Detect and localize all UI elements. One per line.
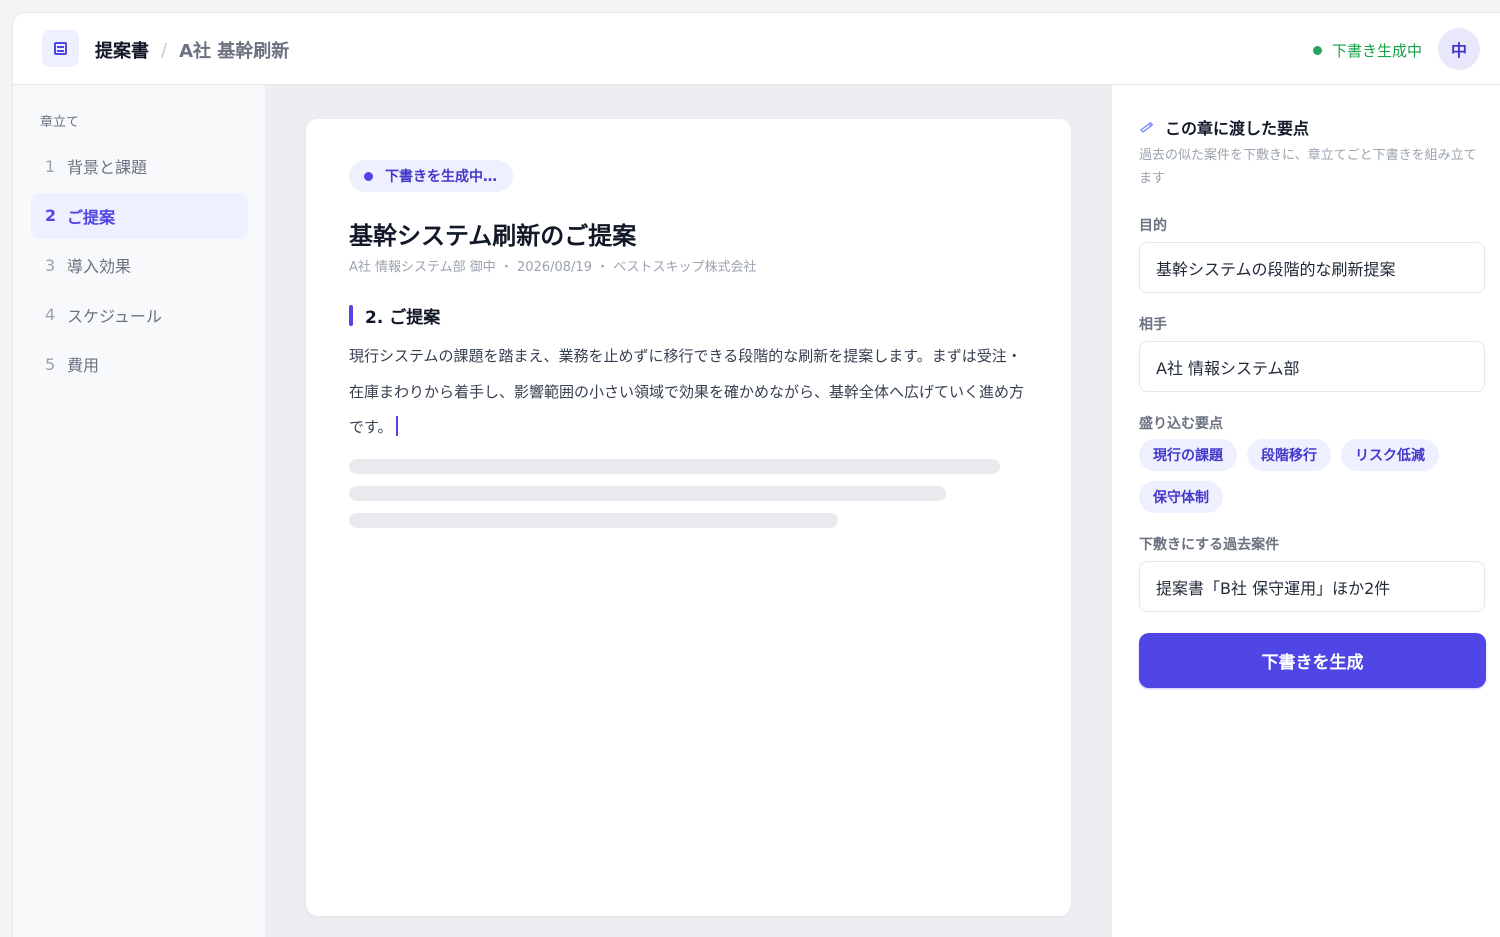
- breadcrumb-separator: /: [161, 39, 168, 61]
- breadcrumb: 提案書 / A社 基幹刷新: [95, 37, 289, 63]
- points-chips: 現行の課題 段階移行 リスク低減 保守体制: [1139, 439, 1485, 523]
- reference-label: 下敷きにする過去案件: [1139, 537, 1280, 553]
- section-accent-bar: [349, 304, 353, 326]
- sidebar-item-cost[interactable]: 5 費用: [31, 341, 248, 387]
- chapter-number: 3: [45, 255, 56, 275]
- chapter-list: 1 背景と課題 2 ご提案 3 導入効果 4 スケジュール 5 費用: [31, 143, 248, 391]
- document-title: 基幹システム刷新のご提案: [349, 222, 637, 250]
- avatar[interactable]: 中: [1438, 28, 1480, 70]
- points-label: 盛り込む要点: [1139, 416, 1223, 432]
- points-panel: この章に渡した要点 過去の似た案件を下敷きに、章立てごと下書きを組み立てます 目…: [1111, 85, 1500, 937]
- purpose-label: 目的: [1139, 218, 1167, 234]
- purpose-field[interactable]: 基幹システムの段階的な刷新提案: [1139, 242, 1485, 293]
- panel-heading: この章に渡した要点: [1139, 115, 1309, 139]
- loading-skeleton-line: [349, 486, 946, 501]
- app-window: 提案書 / A社 基幹刷新 下書き生成中 中 章立て 1 背景と課題 2 ご提案…: [12, 12, 1500, 937]
- document-list-icon: [54, 42, 67, 55]
- section-heading: 2. ご提案: [349, 304, 441, 328]
- chapter-number: 1: [45, 156, 56, 176]
- generating-badge: 下書きを生成中…: [349, 160, 513, 192]
- document-menu-button[interactable]: [42, 30, 79, 67]
- draft-paragraph-text: 現行システムの課題を踏まえ、業務を止めずに移行できる段階的な刷新を提案します。ま…: [349, 347, 1025, 436]
- draft-paragraph[interactable]: 現行システムの課題を踏まえ、業務を止めずに移行できる段階的な刷新を提案します。ま…: [349, 339, 1029, 446]
- point-chip[interactable]: 現行の課題: [1139, 439, 1237, 471]
- chapter-number: 2: [45, 206, 57, 225]
- point-chip[interactable]: リスク低減: [1341, 439, 1439, 471]
- status-indicator: 下書き生成中: [1312, 40, 1422, 61]
- panel-title: この章に渡した要点: [1165, 119, 1310, 138]
- pencil-icon: [1139, 121, 1154, 133]
- breadcrumb-current: A社 基幹刷新: [179, 41, 290, 62]
- text-cursor-icon: [395, 416, 399, 436]
- panel-description: 過去の似た案件を下敷きに、章立てごと下書きを組み立てます: [1139, 148, 1477, 186]
- chapter-label: ご提案: [67, 207, 116, 227]
- sidebar-title: 章立て: [40, 115, 80, 130]
- loading-skeleton-line: [349, 459, 1000, 474]
- sidebar: 章立て 1 背景と課題 2 ご提案 3 導入効果 4 スケジュール 5 費用: [13, 85, 266, 937]
- chapter-label: 背景と課題: [67, 158, 148, 177]
- recipient-field[interactable]: A社 情報システム部: [1139, 341, 1485, 392]
- chapter-label: スケジュール: [67, 306, 162, 326]
- point-chip[interactable]: 段階移行: [1247, 439, 1331, 471]
- status-text: 下書き生成中: [1331, 42, 1422, 60]
- document-page: 下書きを生成中… 基幹システム刷新のご提案 A社 情報システム部 御中 ・ 20…: [306, 119, 1071, 916]
- status-dot-icon: [1312, 46, 1322, 55]
- generating-badge-text: 下書きを生成中…: [385, 169, 497, 185]
- chapter-number: 5: [45, 354, 56, 374]
- sidebar-item-background[interactable]: 1 背景と課題: [31, 143, 248, 189]
- header: 提案書 / A社 基幹刷新 下書き生成中 中: [13, 13, 1500, 85]
- generate-draft-button[interactable]: 下書きを生成: [1139, 633, 1486, 688]
- generating-dot-icon: [364, 171, 373, 181]
- chapter-label: 費用: [67, 356, 100, 375]
- chapter-label: 導入効果: [67, 257, 132, 276]
- document-area: 下書きを生成中… 基幹システム刷新のご提案 A社 情報システム部 御中 ・ 20…: [266, 85, 1111, 937]
- section-title: 2. ご提案: [365, 307, 441, 328]
- point-chip[interactable]: 保守体制: [1139, 481, 1223, 513]
- loading-skeleton-line: [349, 513, 838, 528]
- recipient-label: 相手: [1139, 317, 1167, 333]
- reference-field[interactable]: 提案書「B社 保守運用」ほか2件: [1139, 561, 1485, 612]
- document-meta: A社 情報システム部 御中 ・ 2026/08/19 ・ ベストスキップ株式会社: [349, 260, 757, 275]
- chapter-number: 4: [45, 305, 56, 324]
- sidebar-item-effects[interactable]: 3 導入効果: [31, 242, 248, 288]
- sidebar-item-proposal[interactable]: 2 ご提案: [31, 192, 248, 239]
- sidebar-item-schedule[interactable]: 4 スケジュール: [31, 292, 248, 338]
- breadcrumb-root[interactable]: 提案書: [95, 37, 149, 63]
